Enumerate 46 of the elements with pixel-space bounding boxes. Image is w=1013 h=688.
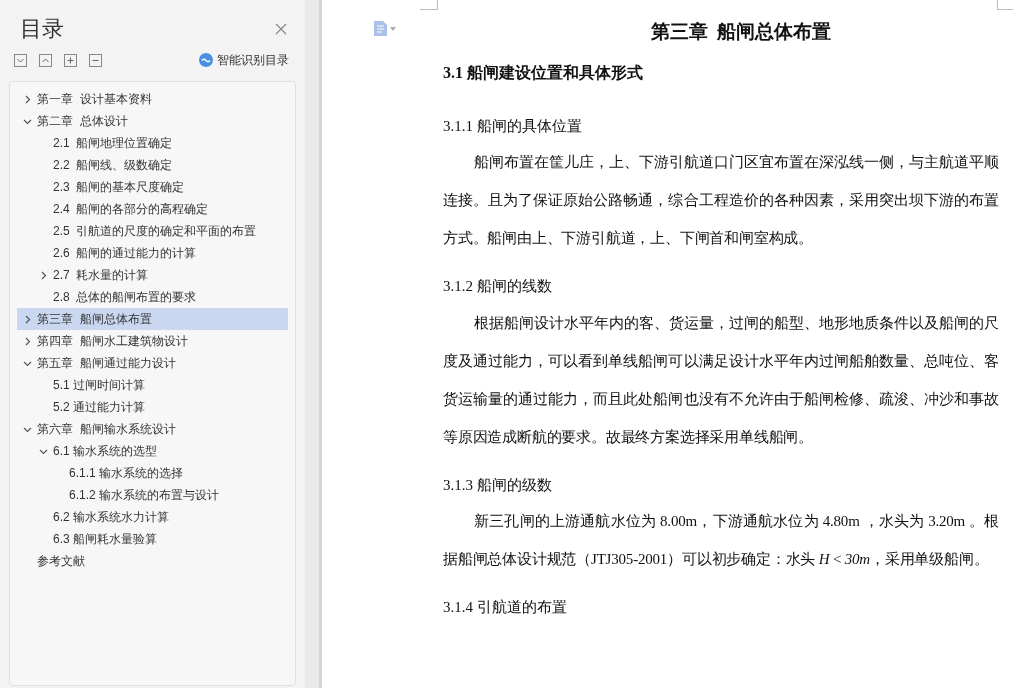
toc-item[interactable]: 6.2 输水系统水力计算 — [17, 506, 288, 528]
plus-icon[interactable] — [64, 53, 77, 67]
toc-item[interactable]: 5.1 过闸时间计算 — [17, 374, 288, 396]
toc-item[interactable]: 第一章 设计基本资料 — [17, 88, 288, 110]
toc-item[interactable]: 6.1.2 输水系统的布置与设计 — [17, 484, 288, 506]
body-paragraph: 新三孔闸的上游通航水位为 8.00m，下游通航水位为 4.80m ，水头为 3.20m 。根据船闸总体设计规范（JTJ305-2001）可以初步确定：水头 H < 30m，采用单级船闸。 — [443, 512, 999, 569]
toc-item[interactable]: 第六章 船闸输水系统设计 — [17, 418, 288, 440]
body-paragraph: 船闸布置在筐儿庄，上、下游引航道口门区宜布置在深泓线一侧，与主航道平顺连接。且为了保证原始公路畅通，综合工程造价的各种因素，采用突出坝下游的布置方式。船闸由上、下游引航道，上、下闸首和闸室构成。 — [443, 153, 999, 248]
toc-item[interactable]: 第四章 船闸水工建筑物设计 — [17, 330, 288, 352]
toc-item[interactable]: 2.6 船闸的通过能力的计算 — [17, 242, 288, 264]
section-heading: 3.1 船闸建设位置和具体形式 — [443, 62, 644, 83]
chevron-right-icon[interactable] — [39, 270, 48, 280]
subsection-heading: 3.1.3 船闸的级数 — [443, 475, 553, 495]
toc-item[interactable]: 2.8 总体的船闸布置的要求 — [17, 286, 288, 308]
body-paragraph: 根据船闸设计水平年内的客、货运量，过闸的船型、地形地质条件以及船闸的尺度及通过能力，可以看到单线船闸可以满足设计水平年内过闸船舶数量、总吨位、客货运输量的通过能力，而且此处船闸也没有不允许由于船闸检修、疏浚、冲沙和事故等原因造成断航的要求。故最终方案选择采用单线船闸。 — [443, 313, 999, 447]
crop-mark — [420, 0, 438, 10]
smart-toc-button[interactable]: 智能识别目录 — [199, 51, 289, 69]
subsection-heading: 3.1.1 船闸的具体位置 — [443, 116, 583, 136]
subsection-heading: 3.1.4 引航道的布置 — [443, 598, 568, 617]
minus-icon[interactable] — [89, 53, 102, 67]
toc-item[interactable]: 2.1 船闸地理位置确定 — [17, 132, 288, 154]
chevron-right-icon[interactable] — [23, 336, 32, 346]
crop-mark — [997, 0, 1013, 10]
chapter-title: 第三章 船闸总体布置 — [649, 20, 833, 44]
toc-item[interactable]: 第二章 总体设计 — [17, 110, 288, 132]
collapse-up-icon[interactable] — [39, 53, 52, 67]
close-icon[interactable] — [275, 22, 287, 35]
toc-item[interactable]: 2.7 耗水量的计算 — [17, 264, 288, 286]
toc-item[interactable]: 2.5 引航道的尺度的确定和平面的布置 — [17, 220, 288, 242]
chevron-right-icon[interactable] — [23, 314, 32, 324]
toc-item[interactable]: 参考文献 — [17, 550, 288, 572]
expand-down-icon[interactable] — [14, 53, 27, 67]
subsection-heading: 3.1.2 船闸的线数 — [443, 277, 553, 296]
toc-item[interactable]: 2.3 船闸的基本尺度确定 — [17, 176, 288, 198]
panel-title: 目录 — [20, 15, 64, 43]
toc-item[interactable]: 2.4 船闸的各部分的高程确定 — [17, 198, 288, 220]
toc-item[interactable]: 2.2 船闸线、级数确定 — [17, 154, 288, 176]
toc-item[interactable]: 第三章 船闸总体布置 — [17, 308, 288, 330]
caret-icon — [390, 26, 396, 31]
document-icon — [374, 21, 387, 36]
toc-item[interactable]: 第五章 船闸通过能力设计 — [17, 352, 288, 374]
toc-item[interactable]: 5.2 通过能力计算 — [17, 396, 288, 418]
toc-item[interactable]: 6.1.1 输水系统的选择 — [17, 462, 288, 484]
toc-item[interactable]: 6.3 船闸耗水量验算 — [17, 528, 288, 550]
toc-item[interactable]: 6.1 输水系统的选型 — [17, 440, 288, 462]
chevron-right-icon[interactable] — [23, 94, 32, 104]
